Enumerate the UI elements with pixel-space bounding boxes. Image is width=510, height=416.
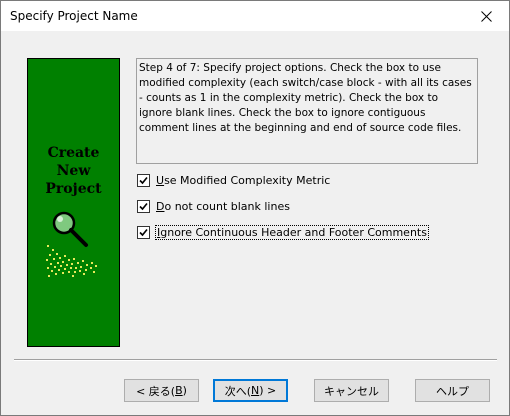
- next-label-post: ) >: [259, 384, 277, 397]
- specify-project-dialog: Specify Project Name Create New Project: [0, 0, 510, 416]
- back-mnemonic: B: [175, 384, 183, 397]
- button-separator: [14, 359, 497, 361]
- help-label: ヘルプ: [436, 384, 469, 398]
- banner-line-project: Project: [45, 181, 102, 197]
- option-blank-lines[interactable]: Do not count blank lines: [137, 198, 290, 214]
- checkmark-icon: [139, 202, 148, 210]
- title-bar: Specify Project Name: [1, 1, 509, 31]
- help-button[interactable]: ヘルプ: [415, 379, 490, 402]
- step-description: Step 4 of 7: Specify project options. Ch…: [136, 58, 478, 164]
- option-header-footer-comments[interactable]: Ignore Continuous Header and Footer Comm…: [137, 224, 429, 240]
- modified-complexity-label: Use Modified Complexity Metric: [156, 174, 330, 187]
- next-mnemonic: N: [251, 384, 260, 397]
- modified-complexity-mnemonic: U: [156, 173, 165, 187]
- header-footer-label-rest: gnore Continuous Header and Footer Comme…: [160, 225, 427, 239]
- modified-complexity-checkbox[interactable]: [137, 173, 150, 187]
- next-button[interactable]: 次へ(N) >: [213, 379, 288, 402]
- checkmark-icon: [139, 176, 148, 184]
- blank-lines-label-rest: o not count blank lines: [164, 199, 290, 213]
- option-modified-complexity[interactable]: Use Modified Complexity Metric: [137, 172, 330, 188]
- next-label-pre: 次へ(: [224, 384, 252, 398]
- cancel-button[interactable]: キャンセル: [314, 379, 389, 402]
- banner-line-new: New: [56, 163, 91, 179]
- close-icon: [480, 10, 492, 22]
- modified-complexity-label-rest: se Modified Complexity Metric: [164, 173, 331, 187]
- window-title: Specify Project Name: [10, 9, 138, 23]
- header-footer-label: Ignore Continuous Header and Footer Comm…: [155, 224, 429, 240]
- header-footer-checkbox[interactable]: [137, 225, 150, 239]
- blank-lines-checkbox[interactable]: [137, 199, 150, 213]
- banner-title: Create New Project: [28, 144, 119, 198]
- back-label-post: ): [182, 384, 187, 397]
- checkmark-icon: [139, 228, 148, 236]
- magnifier-icon: [46, 211, 97, 277]
- blank-lines-label: Do not count blank lines: [156, 200, 290, 213]
- wizard-banner: Create New Project: [27, 58, 120, 347]
- back-label-pre: < 戻る(: [136, 384, 176, 398]
- close-button[interactable]: [463, 1, 509, 31]
- back-button[interactable]: < 戻る(B): [124, 379, 199, 402]
- banner-line-create: Create: [47, 145, 100, 161]
- cancel-label: キャンセル: [324, 384, 379, 398]
